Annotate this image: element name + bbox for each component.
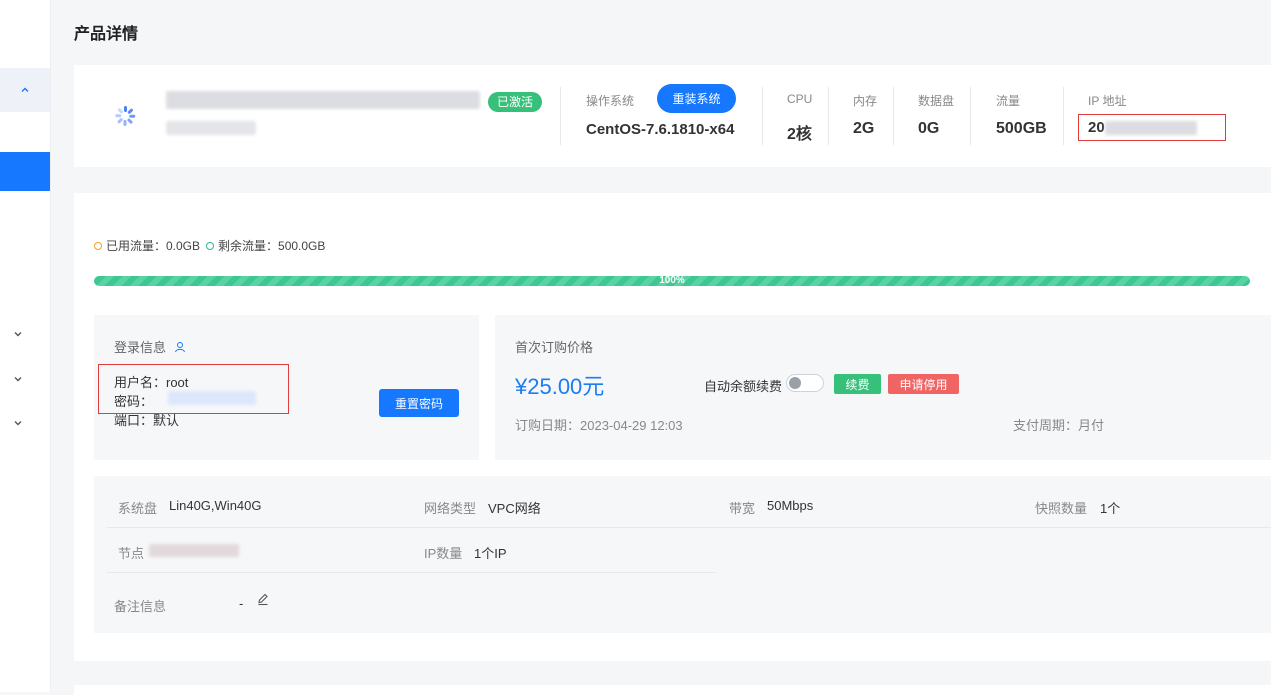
system-disk-label: 系统盘 — [118, 501, 158, 516]
traffic-legend: 已用流量：0.0GB 剩余流量：500.0GB — [94, 237, 325, 254]
used-traffic-text: 已用流量：0.0GB — [106, 239, 201, 253]
remaining-traffic-text: 剩余流量：500.0GB — [218, 239, 326, 253]
network-type-value: VPC网络 — [488, 501, 541, 516]
remaining-traffic-dot-icon — [206, 241, 215, 250]
network-type-label: 网络类型 — [424, 501, 477, 516]
traffic-label: 流量 — [996, 94, 1021, 108]
payment-cycle: 支付周期：月付 — [1013, 418, 1105, 433]
memory-value: 2G — [853, 120, 875, 137]
port-text: 端口：默认 — [114, 413, 180, 428]
sidebar — [0, 0, 51, 692]
ip-label: IP 地址 — [1088, 94, 1127, 108]
node-value-redacted — [149, 544, 239, 557]
page-title: 产品详情 — [74, 26, 139, 43]
ip-redacted — [1105, 121, 1197, 135]
sidebar-expand-3[interactable] — [6, 411, 30, 435]
sidebar-item-active[interactable] — [0, 152, 50, 191]
progress-percent: 100% — [659, 276, 685, 286]
remark-value: - — [239, 596, 244, 611]
login-info-title-text: 登录信息 — [114, 340, 167, 355]
edit-icon[interactable] — [256, 592, 270, 606]
price-amount: ¥25.00元 — [515, 374, 605, 399]
loading-spinner-icon — [114, 105, 136, 127]
ip-count-label: IP数量 — [424, 546, 463, 561]
data-disk-label: 数据盘 — [918, 94, 955, 108]
auto-renew-label: 自动余额续费 — [704, 379, 783, 394]
toggle-knob — [789, 377, 801, 389]
password-redacted — [168, 391, 256, 405]
ip-value: 20 — [1088, 119, 1105, 136]
status-badge: 已激活 — [488, 92, 543, 112]
next-card-edge — [74, 685, 1271, 695]
renew-button[interactable]: 续费 — [834, 374, 881, 394]
order-date: 订购日期：2023-04-29 12:03 — [515, 418, 683, 433]
sidebar-expand-1[interactable] — [6, 322, 30, 346]
username-text: 用户名：root — [114, 375, 189, 390]
login-info-title: 登录信息 — [114, 337, 186, 356]
ip-highlight-box: 20 — [1078, 114, 1226, 141]
cpu-label: CPU — [787, 92, 813, 106]
auto-renew-toggle[interactable] — [786, 374, 824, 392]
snapshot-count-label: 快照数量 — [1035, 501, 1088, 516]
os-label: 操作系统 — [586, 94, 635, 108]
bandwidth-label: 带宽 — [729, 501, 756, 516]
chevron-down-icon — [14, 332, 22, 337]
sidebar-collapse-toggle[interactable] — [0, 68, 50, 112]
os-value: CentOS-7.6.1810-x64 — [586, 121, 735, 138]
node-label: 节点 — [118, 546, 145, 561]
cpu-value: 2核 — [787, 126, 812, 143]
reinstall-os-button[interactable]: 重装系统 — [657, 84, 736, 113]
chevron-down-icon — [14, 377, 22, 382]
used-traffic-dot-icon — [94, 241, 102, 250]
bandwidth-value: 50Mbps — [767, 498, 814, 513]
password-label: 密码： — [114, 394, 154, 409]
product-name-redacted — [166, 91, 480, 109]
reset-password-button[interactable]: 重置密码 — [379, 389, 459, 417]
snapshot-count-value: 1个 — [1100, 501, 1121, 516]
system-disk-value: Lin40G,Win40G — [169, 498, 262, 513]
chevron-up-icon — [21, 87, 29, 92]
request-stop-button[interactable]: 申请停用 — [888, 374, 959, 394]
traffic-progress-bar: 100% — [94, 276, 1250, 286]
product-summary-card: 已激活 操作系统 重装系统 CentOS-7.6.1810-x64 CPU 2核… — [74, 65, 1271, 167]
traffic-value: 500GB — [996, 120, 1047, 137]
product-detail-card: 已用流量：0.0GB 剩余流量：500.0GB 100% 登录信息 用户名：ro… — [74, 193, 1271, 661]
ip-count-value: 1个IP — [474, 546, 507, 561]
sidebar-expand-2[interactable] — [6, 367, 30, 391]
login-info-panel: 登录信息 用户名：root 密码： 端口：默认 重置密码 — [94, 315, 479, 460]
product-id-redacted — [166, 121, 256, 135]
remark-label: 备注信息 — [114, 599, 167, 614]
user-icon — [174, 342, 185, 353]
data-disk-value: 0G — [918, 120, 940, 137]
price-title: 首次订购价格 — [515, 340, 594, 355]
chevron-down-icon — [14, 421, 22, 426]
price-panel: 首次订购价格 ¥25.00元 自动余额续费 续费 申请停用 订购日期：2023-… — [495, 315, 1271, 460]
attributes-panel: 系统盘 Lin40G,Win40G 网络类型 VPC网络 带宽 50Mbps 快… — [94, 476, 1271, 633]
memory-label: 内存 — [853, 94, 878, 108]
